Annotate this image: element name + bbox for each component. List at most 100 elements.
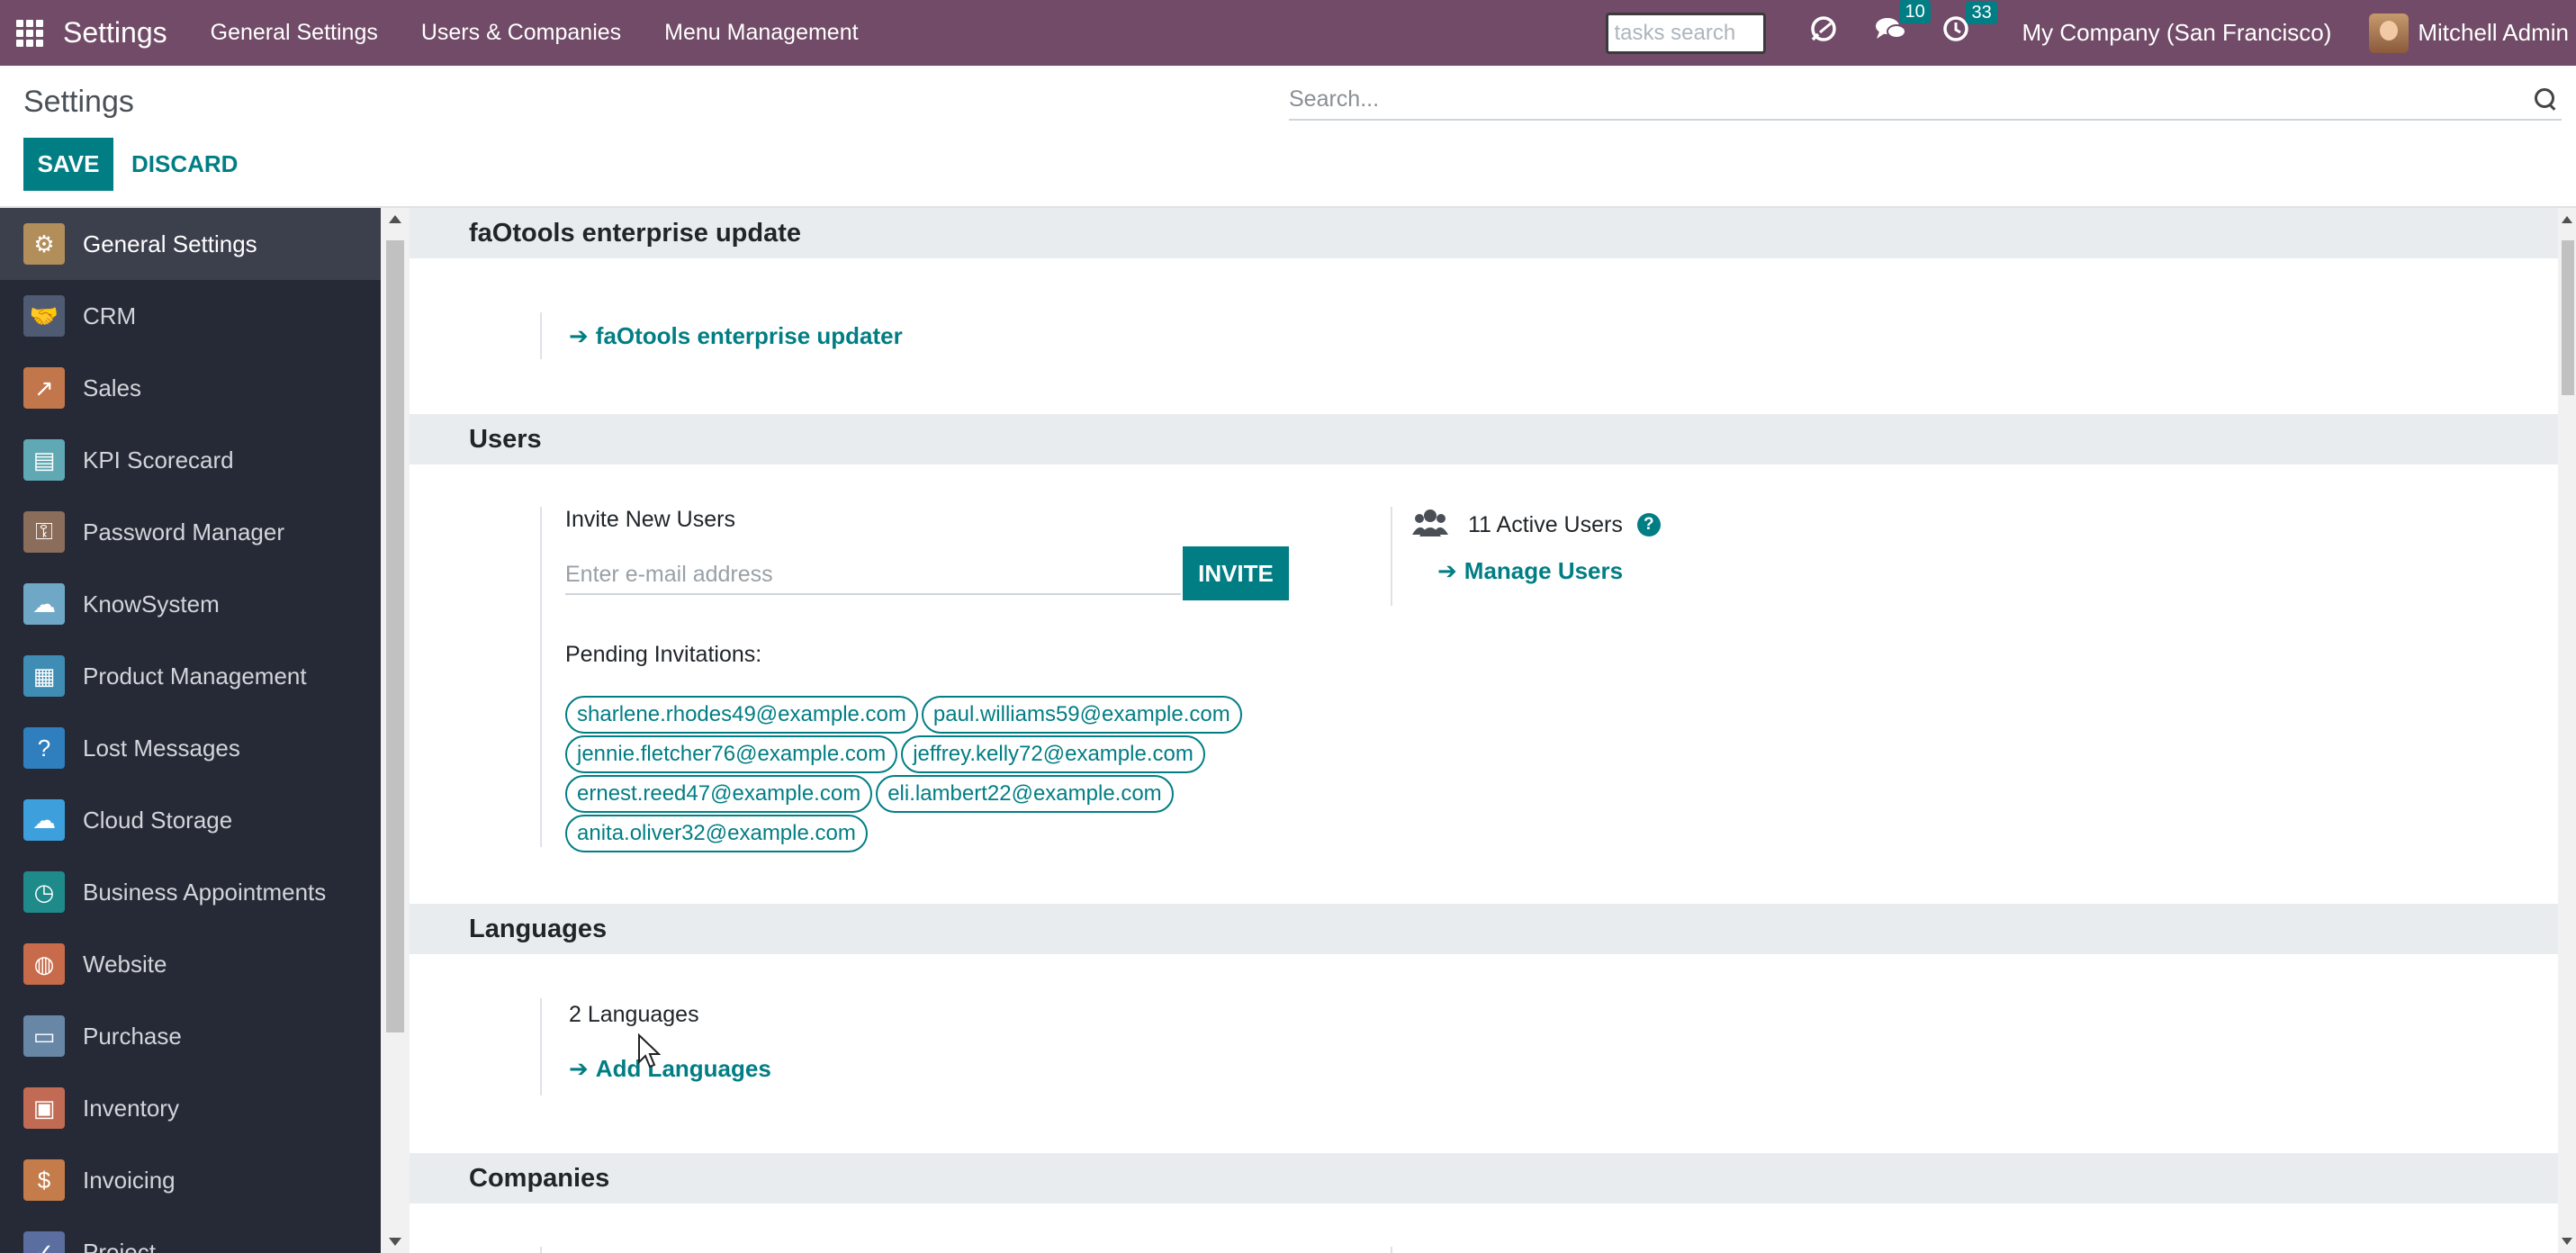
section-users-header: Users [410,414,2558,464]
sidebar-item-label: Business Appointments [83,878,327,906]
help-icon[interactable]: ? [1636,513,1661,536]
clock-icon: ◷ [23,871,65,913]
section-languages-header: Languages [410,904,2558,954]
sidebar-item-cloud-storage[interactable]: ☁ Cloud Storage [0,784,381,856]
active-users-count: 11 Active Users [1468,511,1623,537]
pending-invitation-chip[interactable]: eli.lambert22@example.com [876,775,1174,813]
scorecard-icon: ▤ [23,439,65,481]
pending-label: Pending Invitations: [565,642,762,667]
sidebar-item-general-settings[interactable]: ⚙ General Settings [0,208,381,280]
discard-button[interactable]: DISCARD [131,138,238,191]
sidebar-item-label: Lost Messages [83,734,240,762]
sidebar-item-label: Website [83,950,167,978]
manage-users-link[interactable]: ➔ Manage Users [1437,557,1661,585]
search-icon[interactable] [2533,86,2558,112]
sidebar-item-label: Cloud Storage [83,806,233,834]
page-title: Settings [23,85,134,119]
sidebar-item-purchase[interactable]: ▭ Purchase [0,1000,381,1072]
sidebar-item-label: Product Management [83,662,307,690]
save-button[interactable]: SAVE [23,138,113,191]
gear-icon: ⚙ [23,223,65,265]
settings-sidebar: ⚙ General Settings 🤝 CRM ↗ Sales ▤ KPI Scorecar… [0,208,381,1253]
sidebar-item-product-management[interactable]: ▦ Product Management [0,640,381,712]
section-faotools-header: faOtools enterprise update [410,208,2558,258]
app-title[interactable]: Settings [63,16,167,50]
product-icon: ▦ [23,655,65,697]
scrollbar-thumb[interactable] [386,240,404,1032]
setting-invite-users: Invite New Users INVITE Pending Invitati… [540,507,1289,852]
scrollbar-thumb[interactable] [2562,240,2574,395]
email-field[interactable] [565,555,1181,595]
pending-invitation-chip[interactable]: sharlene.rhodes49@example.com [565,696,918,734]
manage-users-label: Manage Users [1464,557,1624,584]
arrow-right-icon: ➔ [569,321,589,349]
tasks-search-input[interactable] [1606,12,1767,54]
handshake-icon: 🤝 [23,295,65,337]
sidebar-item-business-appointments[interactable]: ◷ Business Appointments [0,856,381,928]
active-users-row: 11 Active Users ? [1412,507,1661,543]
messages-badge: 10 [1899,0,1931,23]
menu-general-settings[interactable]: General Settings [211,20,378,46]
faotools-updater-label: faOtools enterprise updater [595,321,903,349]
card-icon: ▭ [23,1015,65,1057]
scroll-down-icon[interactable] [2562,1238,2572,1245]
menu-menu-management[interactable]: Menu Management [664,20,858,46]
lost-user-icon: ? [23,727,65,769]
pending-invitation-chip[interactable]: anita.oliver32@example.com [565,815,868,852]
pending-invitation-chip[interactable]: jennie.fletcher76@example.com [565,735,898,773]
brain-icon: ☁ [23,583,65,625]
scroll-up-icon[interactable] [389,215,401,223]
sidebar-item-knowsystem[interactable]: ☁ KnowSystem [0,568,381,640]
sidebar-item-website[interactable]: ◍ Website [0,928,381,1000]
settings-search-input[interactable] [1289,86,2533,113]
user-menu[interactable]: Mitchell Admin [2418,19,2569,47]
setting-faotools: ➔ faOtools enterprise updater [540,312,903,359]
setting-active-users: 11 Active Users ? ➔ Manage Users [1391,507,1661,606]
pending-invitation-chip[interactable]: paul.williams59@example.com [921,696,1242,734]
add-languages-link[interactable]: ➔ Add Languages [569,1055,771,1083]
menu-users-companies[interactable]: Users & Companies [421,20,621,46]
sidebar-item-label: Password Manager [83,518,284,545]
scroll-up-icon[interactable] [2562,216,2572,223]
sidebar-item-password-manager[interactable]: ⚿ Password Manager [0,496,381,568]
apps-grid-icon[interactable] [16,19,43,47]
sidebar-item-label: Inventory [83,1094,179,1122]
messages-icon[interactable]: 10 [1874,0,1931,53]
sidebar-scrollbar[interactable] [381,208,410,1253]
cloud-icon: ☁ [23,799,65,841]
sidebar-item-lost-messages[interactable]: ? Lost Messages [0,712,381,784]
pending-invitation-chip[interactable]: jeffrey.kelly72@example.com [901,735,1205,773]
top-navbar: Settings General Settings Users & Compan… [0,0,2576,66]
settings-content: faOtools enterprise update ➔ faOtools en… [410,208,2558,1253]
sidebar-item-inventory[interactable]: ▣ Inventory [0,1072,381,1144]
arrow-right-icon: ➔ [1437,557,1457,584]
box-icon: ▣ [23,1087,65,1129]
chart-up-icon: ↗ [23,367,65,409]
mouse-cursor-icon [638,1033,661,1068]
activities-clock-icon[interactable]: 33 [1941,1,1997,52]
avatar[interactable] [2369,13,2409,53]
activities-badge: 33 [1966,1,1997,24]
scroll-down-icon[interactable] [389,1238,401,1246]
invite-button[interactable]: INVITE [1183,546,1289,600]
sidebar-item-invoicing[interactable]: $ Invoicing [0,1144,381,1216]
sidebar-item-label: Invoicing [83,1166,176,1194]
faotools-updater-link[interactable]: ➔ faOtools enterprise updater [569,322,903,350]
sidebar-item-label: KPI Scorecard [83,446,234,473]
pending-invitation-chip[interactable]: ernest.reed47@example.com [565,775,873,813]
arrow-right-icon: ➔ [569,1055,589,1082]
sidebar-item-label: General Settings [83,230,257,257]
setting-companies-left [540,1247,542,1253]
refresh-icon[interactable] [1807,13,1840,53]
sidebar-item-crm[interactable]: 🤝 CRM [0,280,381,352]
sidebar-item-kpi-scorecard[interactable]: ▤ KPI Scorecard [0,424,381,496]
company-switcher[interactable]: My Company (San Francisco) [2022,19,2331,47]
sidebar-item-sales[interactable]: ↗ Sales [0,352,381,424]
sidebar-item-label: Purchase [83,1022,182,1050]
setting-companies-right [1391,1247,1392,1253]
project-icon: ✓ [23,1231,65,1253]
content-scrollbar[interactable] [2558,208,2576,1253]
sidebar-item-label: KnowSystem [83,590,220,617]
settings-search [1289,79,2562,121]
sidebar-item-project[interactable]: ✓ Project [0,1216,381,1253]
